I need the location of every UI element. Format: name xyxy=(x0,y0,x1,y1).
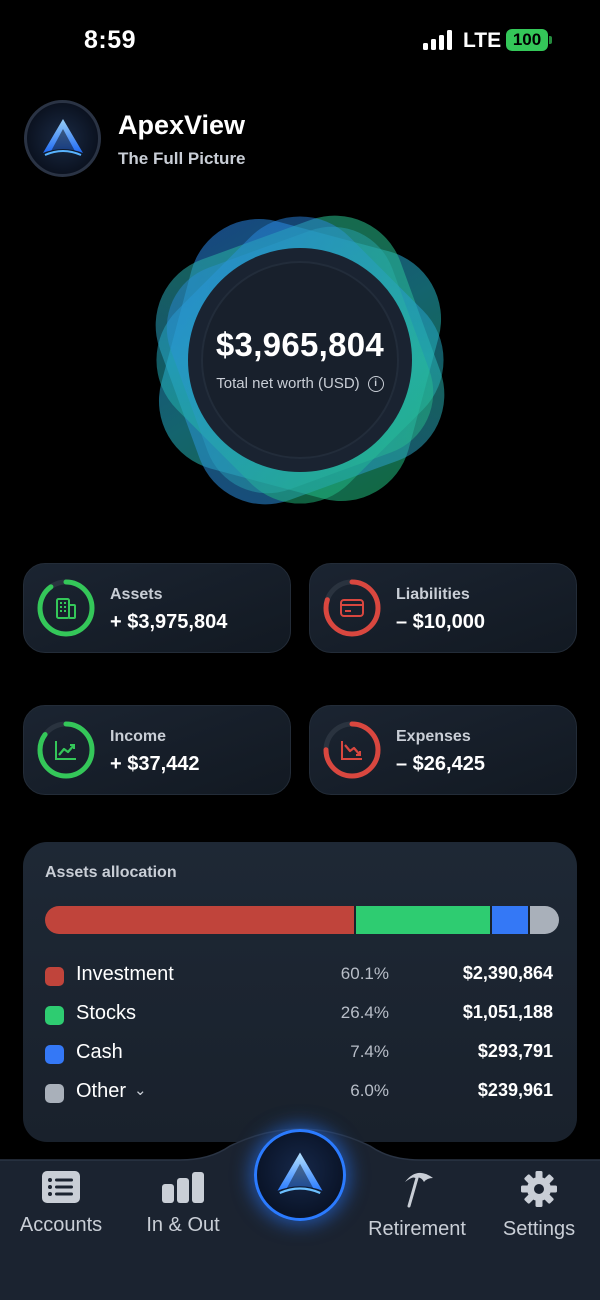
allocation-name: Cash xyxy=(76,1041,123,1063)
allocation-bar-segment-other xyxy=(528,906,559,934)
allocation-percent: 26.4% xyxy=(340,1003,389,1022)
chevron-down-icon[interactable]: ⌄ xyxy=(134,1081,147,1099)
assets-card[interactable]: Assets + $3,975,804 xyxy=(23,563,291,653)
home-center-button[interactable] xyxy=(254,1129,346,1221)
credit-card-icon xyxy=(340,599,364,617)
assets-allocation-title: Assets allocation xyxy=(45,864,177,881)
beach-umbrella-icon xyxy=(405,1172,433,1208)
screen: 8:59 LTE 100 ApexView The Full Picture $… xyxy=(0,0,600,1300)
investment-swatch xyxy=(45,967,64,986)
cash-swatch xyxy=(45,1045,64,1064)
allocation-amount: $293,791 xyxy=(477,1041,553,1061)
net-worth-label-row: Total net worth (USD) i xyxy=(140,375,460,392)
allocation-amount: $1,051,188 xyxy=(462,1002,553,1022)
info-icon[interactable]: i xyxy=(367,375,384,392)
allocation-percent: 60.1% xyxy=(340,964,389,983)
expenses-value: – $26,425 xyxy=(396,753,485,775)
assets-allocation-panel: Assets allocation Investment 60.1% $2,39… xyxy=(23,842,577,1142)
liabilities-label: Liabilities xyxy=(396,586,470,603)
signal-icon xyxy=(423,30,455,50)
app-subtitle: The Full Picture xyxy=(118,149,246,168)
tab-retirement-label: Retirement xyxy=(368,1218,466,1240)
gear-icon xyxy=(521,1171,557,1207)
income-label: Income xyxy=(110,728,167,745)
list-icon xyxy=(42,1171,80,1203)
assets-label: Assets xyxy=(110,586,163,603)
allocation-bar xyxy=(45,906,559,934)
battery-level: 100 xyxy=(512,30,542,49)
tab-in-out[interactable]: In & Out xyxy=(123,1170,243,1237)
allocation-name: Investment xyxy=(76,963,174,985)
net-worth-label: Total net worth (USD) xyxy=(216,375,360,392)
assets-value: + $3,975,804 xyxy=(110,611,228,633)
allocation-row-investment[interactable]: Investment 60.1% $2,390,864 xyxy=(45,962,559,992)
allocation-row-stocks[interactable]: Stocks 26.4% $1,051,188 xyxy=(45,1001,559,1031)
status-time: 8:59 xyxy=(84,26,137,54)
net-worth-value: $3,965,804 xyxy=(215,326,385,363)
tab-retirement[interactable]: Retirement xyxy=(357,1168,477,1241)
allocation-bar-segment-cash xyxy=(490,906,529,934)
apex-logo-icon xyxy=(42,118,83,156)
expenses-card[interactable]: Expenses – $26,425 xyxy=(309,705,577,795)
app-title: ApexView xyxy=(118,110,246,140)
allocation-bar-segment-investment xyxy=(45,906,355,934)
stocks-swatch xyxy=(45,1006,64,1025)
tab-accounts-label: Accounts xyxy=(19,1214,103,1236)
other-swatch xyxy=(45,1084,64,1103)
allocation-amount: $2,390,864 xyxy=(462,963,553,983)
allocation-name: Other xyxy=(76,1080,127,1102)
apex-logo-icon xyxy=(277,1152,323,1195)
tab-accounts[interactable]: Accounts xyxy=(1,1170,121,1237)
expenses-label: Expenses xyxy=(396,728,471,745)
liabilities-value: – $10,000 xyxy=(396,611,485,633)
net-worth-hero[interactable]: $3,965,804 Total net worth (USD) i xyxy=(140,200,460,520)
allocation-row-other[interactable]: Other ⌄ 6.0% $239,961 xyxy=(45,1079,559,1109)
building-icon xyxy=(56,598,76,619)
income-value: + $37,442 xyxy=(110,753,200,775)
tab-in-out-label: In & Out xyxy=(146,1214,220,1236)
liabilities-card[interactable]: Liabilities – $10,000 xyxy=(309,563,577,653)
battery-icon: 100 xyxy=(506,29,548,51)
bar-chart-icon xyxy=(162,1172,204,1203)
battery-cap xyxy=(549,36,552,44)
allocation-row-cash[interactable]: Cash 7.4% $293,791 xyxy=(45,1040,559,1070)
app-logo xyxy=(24,100,101,177)
trend-down-icon xyxy=(341,741,362,760)
trend-up-icon xyxy=(55,741,76,760)
allocation-name: Stocks xyxy=(76,1002,137,1024)
tab-settings-label: Settings xyxy=(502,1218,576,1240)
network-type: LTE xyxy=(463,29,502,52)
status-bar: 8:59 LTE 100 xyxy=(0,0,600,80)
allocation-amount: $239,961 xyxy=(477,1080,553,1100)
allocation-percent: 6.0% xyxy=(350,1081,389,1100)
allocation-name-other: Other ⌄ xyxy=(76,1080,147,1103)
allocation-percent: 7.4% xyxy=(350,1042,389,1061)
allocation-bar-segment-stocks xyxy=(354,906,491,934)
tab-settings[interactable]: Settings xyxy=(479,1170,599,1241)
income-card[interactable]: Income + $37,442 xyxy=(23,705,291,795)
